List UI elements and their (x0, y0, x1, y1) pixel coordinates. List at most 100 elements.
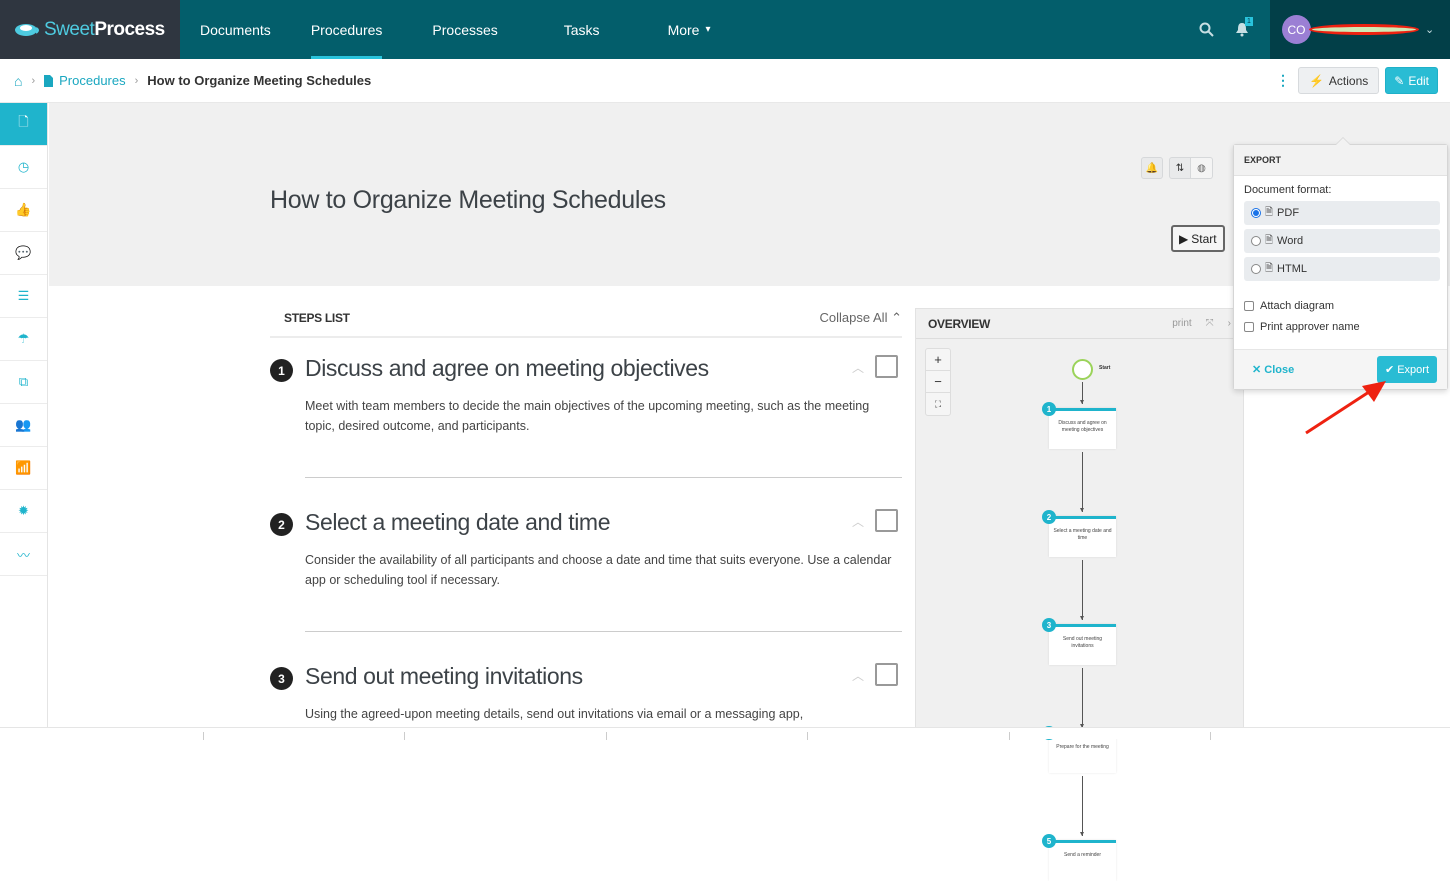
chevron-up-icon[interactable]: ︿ (852, 513, 864, 530)
step-title[interactable]: Discuss and agree on meeting objectives (305, 355, 902, 382)
chevron-up-icon[interactable]: ︿ (852, 359, 864, 376)
sidebar-item-checklist[interactable]: ☰ (0, 275, 47, 318)
nav-more[interactable]: More ▾ (636, 0, 743, 59)
format-option-pdf[interactable]: 🗎 PDF (1244, 201, 1440, 225)
radio-pdf[interactable] (1251, 208, 1261, 218)
annotation-arrow-icon (1305, 381, 1386, 435)
umbrella-icon: ☂ (17, 331, 30, 346)
step-item: 3 Send out meeting invitations Using the… (270, 663, 902, 724)
sidebar-item-comments[interactable]: 💬 (0, 232, 47, 275)
format-option-html[interactable]: 🗎 HTML (1244, 257, 1440, 281)
bottom-bar (0, 727, 1450, 740)
sidebar-item-signature[interactable]: 〰 (0, 533, 47, 576)
edit-button[interactable]: ✎ Edit (1385, 67, 1438, 94)
notifications-button[interactable]: 1 (1224, 0, 1260, 59)
flow-step-node[interactable]: Send a reminder (1049, 840, 1116, 881)
step-checkbox[interactable] (875, 663, 898, 686)
sidebar-item-umbrella[interactable]: ☂ (0, 318, 47, 361)
sort-button[interactable]: ⇅ (1169, 157, 1191, 179)
word-file-icon: 🗎 (1265, 234, 1274, 246)
sort-icon: ⇅ (1175, 162, 1185, 174)
sidebar-item-signal[interactable]: 📶 (0, 447, 47, 490)
teacup-logo-icon (14, 22, 40, 38)
flow-start-label: Start (1099, 365, 1111, 371)
language-button[interactable]: ◍ (1191, 157, 1213, 179)
flow-connector (1080, 776, 1084, 836)
avatar: CO (1282, 15, 1311, 44)
user-menu[interactable]: CO ⌄ (1270, 0, 1450, 59)
flow-connector (1080, 668, 1084, 728)
checklist-icon: ☰ (17, 288, 30, 303)
lightning-icon: ⚡ (1308, 73, 1324, 88)
print-approver-checkbox[interactable] (1244, 321, 1254, 332)
format-option-word[interactable]: 🗎 Word (1244, 229, 1440, 253)
actions-button[interactable]: ⚡ Actions (1297, 67, 1380, 94)
home-icon[interactable]: ⌂ (14, 73, 22, 89)
zoom-in-button[interactable]: + (926, 349, 950, 371)
radio-word[interactable] (1251, 236, 1261, 246)
flow-step-node[interactable]: Send out meeting invitations (1049, 624, 1116, 665)
edit-icon: ✎ (1394, 73, 1405, 88)
breadcrumb-current: How to Organize Meeting Schedules (147, 73, 372, 88)
more-options-icon[interactable]: ⋮ (1274, 72, 1292, 89)
brand-logo[interactable]: SweetProcess (0, 0, 180, 59)
print-link[interactable]: print (1172, 318, 1191, 329)
start-button[interactable]: ▶ Start (1171, 225, 1225, 252)
nav-procedures[interactable]: Procedures (291, 0, 403, 59)
breadcrumb-procedures[interactable]: Procedures (44, 73, 126, 88)
signature-icon: 〰 (16, 547, 30, 563)
sidebar-item-thumbs-up[interactable]: 👍 (0, 189, 47, 232)
step-title[interactable]: Select a meeting date and time (305, 509, 902, 536)
flow-step-node[interactable]: Discuss and agree on meeting objectives (1049, 408, 1116, 449)
search-button[interactable] (1188, 0, 1224, 59)
chevron-down-icon: ⌄ (1425, 24, 1435, 36)
flow-step-number: 5 (1042, 834, 1056, 848)
divider (305, 477, 902, 478)
radio-html[interactable] (1251, 264, 1261, 274)
chevron-up-icon: ⌃ (891, 310, 902, 325)
attach-diagram-option[interactable]: Attach diagram (1244, 295, 1437, 316)
flow-step-node[interactable]: Select a meeting date and time (1049, 516, 1116, 557)
step-checkbox[interactable] (875, 355, 898, 378)
chevron-right-icon[interactable]: › (1228, 318, 1231, 329)
close-button[interactable]: ✕ Close (1252, 363, 1294, 376)
export-popover: EXPORT Document format: 🗎 PDF 🗎 Word 🗎 H… (1233, 137, 1448, 390)
nav-tasks[interactable]: Tasks (528, 0, 636, 59)
fullscreen-icon[interactable]: ⤧ (1206, 318, 1214, 329)
attach-diagram-checkbox[interactable] (1244, 300, 1254, 311)
notification-badge: 1 (1245, 17, 1253, 26)
step-description: Meet with team members to decide the mai… (305, 399, 870, 433)
overview-panel: OVERVIEW print ⤧ › + − ⛶ Start Discuss a… (915, 308, 1244, 881)
divider (305, 631, 902, 632)
collapse-all-button[interactable]: Collapse All ⌃ (820, 310, 902, 326)
chevron-up-icon[interactable]: ︿ (852, 667, 864, 684)
flow-connector (1080, 560, 1084, 620)
fit-view-button[interactable]: ⛶ (926, 393, 950, 415)
html-file-icon: 🗎 (1265, 262, 1274, 274)
export-heading: EXPORT (1234, 145, 1447, 176)
nav-processes[interactable]: Processes (402, 0, 527, 59)
step-item: 1 Discuss and agree on meeting objective… (270, 355, 902, 461)
badge-icon: ✹ (18, 503, 29, 518)
bell-icon: 🔔 (1145, 162, 1159, 174)
pdf-file-icon: 🗎 (1265, 206, 1274, 218)
flow-connector (1080, 382, 1084, 404)
page-title: How to Organize Meeting Schedules (270, 186, 666, 214)
sidebar-item-clock[interactable]: ◷ (0, 146, 47, 189)
signal-icon: 📶 (15, 460, 32, 475)
step-title[interactable]: Send out meeting invitations (305, 663, 902, 690)
diagram-zoom-controls: + − ⛶ (925, 348, 951, 416)
sidebar-item-badge[interactable]: ✹ (0, 490, 47, 533)
print-approver-option[interactable]: Print approver name (1244, 316, 1437, 337)
document-icon: 🗋 (18, 114, 29, 129)
subscribe-button[interactable]: 🔔 (1141, 157, 1163, 179)
step-number: 3 (270, 667, 293, 690)
step-checkbox[interactable] (875, 509, 898, 532)
nav-documents[interactable]: Documents (180, 0, 291, 59)
sidebar-item-users[interactable]: 👥 (0, 404, 47, 447)
brand-name: SweetProcess (44, 18, 165, 40)
sidebar-item-copy[interactable]: ⧉ (0, 361, 47, 404)
sidebar-item-document[interactable]: 🗋 (0, 103, 47, 146)
zoom-out-button[interactable]: − (926, 371, 950, 393)
thumbs-up-icon: 👍 (15, 202, 32, 217)
